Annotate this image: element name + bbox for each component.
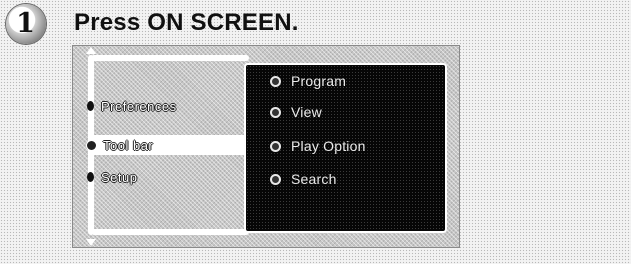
dot-icon xyxy=(87,101,94,111)
dot-icon xyxy=(87,172,94,182)
menu-item-label: Tool bar xyxy=(103,137,154,153)
menu-item-label: Preferences xyxy=(101,98,177,114)
ring-icon xyxy=(270,173,281,185)
step-number-icon: 1 xyxy=(6,4,46,44)
ring-icon xyxy=(270,106,281,118)
scroll-down-icon[interactable] xyxy=(86,239,96,246)
submenu-item-label: Search xyxy=(291,171,337,187)
menu-item-preferences[interactable]: Preferences xyxy=(85,97,177,115)
bottom-divider xyxy=(91,229,249,235)
submenu-panel: Program View Play Option Search xyxy=(244,63,447,233)
submenu-item-label: Program xyxy=(291,73,347,89)
step-number: 1 xyxy=(16,7,35,39)
submenu-item-view[interactable]: View xyxy=(270,103,322,121)
on-screen-menu: Preferences Tool bar Setup Program View … xyxy=(72,45,460,248)
submenu-item-label: View xyxy=(291,104,322,120)
menu-item-setup[interactable]: Setup xyxy=(85,168,137,186)
ring-icon xyxy=(270,140,281,152)
dot-icon xyxy=(87,140,96,150)
submenu-item-label: Play Option xyxy=(291,138,366,154)
menu-item-tool-bar[interactable]: Tool bar xyxy=(85,136,153,154)
submenu-item-search[interactable]: Search xyxy=(270,170,337,188)
ring-icon xyxy=(270,75,281,87)
submenu-item-play-option[interactable]: Play Option xyxy=(270,137,366,155)
top-divider xyxy=(91,55,249,61)
submenu-item-program[interactable]: Program xyxy=(270,72,346,90)
step-instruction: Press ON SCREEN. xyxy=(74,9,299,36)
scroll-up-icon[interactable] xyxy=(86,47,96,54)
menu-item-label: Setup xyxy=(101,169,138,185)
